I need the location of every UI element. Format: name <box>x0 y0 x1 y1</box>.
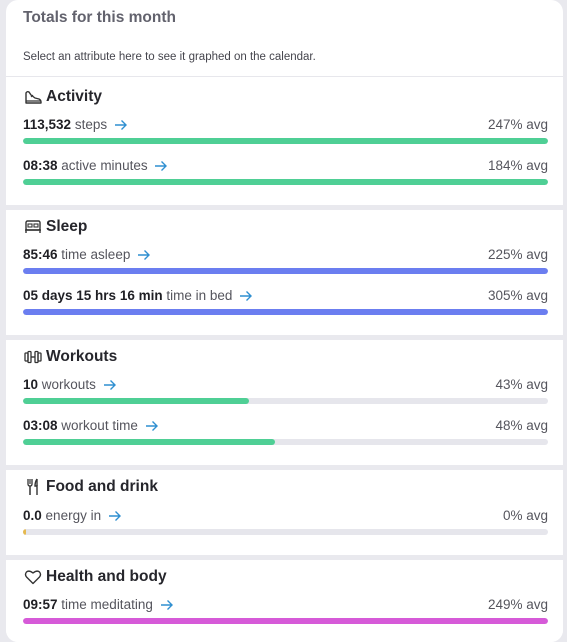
metric-label: time meditating <box>61 597 153 612</box>
arrow-right-icon[interactable] <box>103 379 117 395</box>
dumbbell-icon <box>23 347 43 367</box>
progress-bar <box>23 618 548 624</box>
metric-row-steps[interactable]: 113,532 steps 247% avg <box>23 117 548 147</box>
metric-avg: 249% avg <box>487 597 548 612</box>
progress-bar <box>23 138 548 144</box>
panel-subtitle: Select an attribute here to see it graph… <box>23 51 316 63</box>
metric-label: energy in <box>45 508 102 523</box>
section-label-health: Health and body <box>46 568 167 585</box>
progress-bar <box>23 309 548 315</box>
progress-bar <box>23 398 548 404</box>
metric-avg: 48% avg <box>495 418 548 433</box>
metric-avg: 43% avg <box>495 377 548 392</box>
section-food-and-drink: Food and drink 0.0 energy in 0% avg <box>6 470 563 555</box>
metric-value: 0.0 <box>23 508 42 523</box>
metric-label: steps <box>74 117 108 132</box>
metric-avg: 225% avg <box>487 247 548 262</box>
section-title-sleep: Sleep <box>23 217 87 237</box>
progress-bar <box>23 179 548 185</box>
section-sleep: Sleep 85:46 time asleep 225% avg 05 days… <box>6 210 563 335</box>
section-label-food: Food and drink <box>46 478 158 495</box>
arrow-right-icon[interactable] <box>145 420 159 436</box>
arrow-right-icon[interactable] <box>137 249 151 265</box>
progress-bar-fill <box>23 268 548 274</box>
metric-value: 03:08 <box>23 418 58 433</box>
metric-value: 10 <box>23 377 39 392</box>
arrow-right-icon[interactable] <box>108 510 122 526</box>
section-health-and-body: Health and body 09:57 time meditating 24… <box>6 560 563 642</box>
metric-value: 05 days 15 hrs 16 min <box>23 288 163 303</box>
metric-row-time-asleep[interactable]: 85:46 time asleep 225% avg <box>23 247 548 277</box>
totals-panel: Totals for this month Select an attribut… <box>6 0 563 642</box>
metric-row-energy-in[interactable]: 0.0 energy in 0% avg <box>23 508 548 538</box>
panel-title: Totals for this month <box>23 9 176 26</box>
arrow-right-icon[interactable] <box>239 290 253 306</box>
metric-label: workout time <box>61 418 138 433</box>
section-title-food: Food and drink <box>23 477 158 497</box>
progress-bar-fill <box>23 618 548 624</box>
progress-bar-fill <box>23 529 26 535</box>
arrow-right-icon[interactable] <box>114 119 128 135</box>
metric-row-time-meditating[interactable]: 09:57 time meditating 249% avg <box>23 597 548 627</box>
metric-avg: 247% avg <box>487 117 548 132</box>
section-activity: Activity 113,532 steps 247% avg 08:38 ac… <box>6 78 563 205</box>
progress-bar <box>23 439 548 445</box>
panel-header: Totals for this month Select an attribut… <box>6 0 563 77</box>
progress-bar-fill <box>23 398 249 404</box>
metric-label: active minutes <box>61 158 148 173</box>
metric-avg: 305% avg <box>487 288 548 303</box>
section-title-workouts: Workouts <box>23 347 117 367</box>
metric-value: 09:57 <box>23 597 58 612</box>
progress-bar <box>23 268 548 274</box>
section-title-health: Health and body <box>23 567 167 587</box>
arrow-right-icon[interactable] <box>154 160 168 176</box>
section-workouts: Workouts 10 workouts 43% avg 03:08 worko… <box>6 340 563 465</box>
metric-row-active-minutes[interactable]: 08:38 active minutes 184% avg <box>23 158 548 188</box>
heart-icon <box>23 567 43 587</box>
section-label-workouts: Workouts <box>46 348 118 365</box>
progress-bar-fill <box>23 179 548 185</box>
metric-label: workouts <box>41 377 96 392</box>
fork-knife-icon <box>23 477 43 497</box>
bed-icon <box>23 217 43 237</box>
arrow-right-icon[interactable] <box>160 599 174 615</box>
metric-avg: 0% avg <box>502 508 548 523</box>
metric-row-workouts[interactable]: 10 workouts 43% avg <box>23 377 548 407</box>
progress-bar <box>23 529 548 535</box>
metric-row-time-in-bed[interactable]: 05 days 15 hrs 16 min time in bed 305% a… <box>23 288 548 318</box>
metric-value: 85:46 <box>23 247 58 262</box>
metric-label: time asleep <box>61 247 131 262</box>
section-label-sleep: Sleep <box>46 218 88 235</box>
section-title-activity: Activity <box>23 87 102 107</box>
metric-value: 113,532 <box>23 117 72 132</box>
progress-bar-fill <box>23 138 548 144</box>
metric-value: 08:38 <box>23 158 58 173</box>
metric-label: time in bed <box>166 288 233 303</box>
sneaker-icon <box>23 87 43 107</box>
metric-row-workout-time[interactable]: 03:08 workout time 48% avg <box>23 418 548 448</box>
metric-avg: 184% avg <box>487 158 548 173</box>
progress-bar-fill <box>23 439 275 445</box>
progress-bar-fill <box>23 309 548 315</box>
section-label-activity: Activity <box>46 88 102 105</box>
